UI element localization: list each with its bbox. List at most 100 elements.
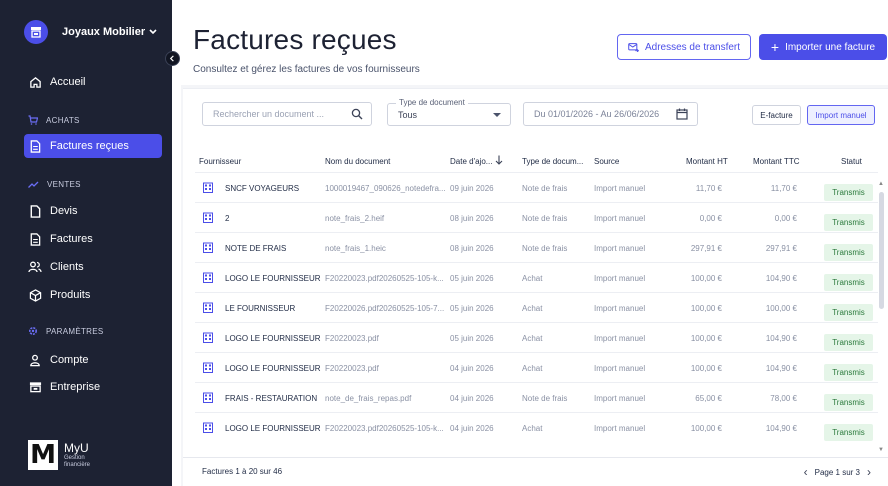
- page-subtitle: Consultez et gérez les factures de vos f…: [193, 64, 420, 75]
- invoice-icon: [28, 232, 42, 246]
- col-document[interactable]: Nom du document: [325, 157, 390, 166]
- sidebar-item-devis[interactable]: Devis: [24, 199, 162, 223]
- cell-date: 04 juin 2026: [450, 394, 494, 403]
- cell-type: Achat: [522, 304, 543, 313]
- building-icon: [203, 212, 213, 225]
- section-ventes: VENTES: [28, 180, 81, 189]
- sidebar-item-label: Factures: [50, 233, 93, 245]
- cell-montant-ttc: 104,90 €: [765, 424, 797, 433]
- cell-source: Import manuel: [594, 334, 646, 343]
- sidebar-item-compte[interactable]: Compte: [24, 348, 162, 372]
- building-icon: [203, 272, 213, 285]
- sidebar-item-factures-recues[interactable]: Factures reçues: [24, 134, 162, 158]
- col-source[interactable]: Source: [594, 157, 619, 166]
- cell-montant-ht: 100,00 €: [690, 334, 722, 343]
- next-page-icon[interactable]: ›: [867, 465, 871, 479]
- cell-document: note_de_frais_repas.pdf: [325, 394, 412, 403]
- sidebar-item-clients[interactable]: Clients: [24, 255, 162, 279]
- status-badge: Transmis: [824, 364, 873, 381]
- brand-mark: M: [28, 440, 58, 470]
- sidebar-item-factures[interactable]: Factures: [24, 227, 162, 251]
- cell-source: Import manuel: [594, 304, 646, 313]
- building-icon: [203, 302, 213, 315]
- sidebar-item-label: Devis: [50, 205, 78, 217]
- scroll-down-icon[interactable]: ▼: [878, 447, 884, 453]
- cell-type: Achat: [522, 364, 543, 373]
- status-badge: Transmis: [824, 244, 873, 261]
- cell-montant-ht: 100,00 €: [690, 424, 722, 433]
- trend-icon: [28, 180, 39, 189]
- table-row[interactable]: LOGO LE FOURNISSEUR F20220023.pdf20260525…: [195, 262, 878, 292]
- org-switcher[interactable]: Joyaux Mobilier: [24, 18, 166, 46]
- scrollbar-thumb[interactable]: [879, 192, 884, 309]
- cell-montant-ht: 100,00 €: [690, 364, 722, 373]
- cell-date: 05 juin 2026: [450, 274, 494, 283]
- cell-montant-ht: 11,70 €: [695, 184, 722, 193]
- collapse-sidebar-button[interactable]: [165, 51, 180, 66]
- table-row[interactable]: LOGO LE FOURNISSEUR F20220023.pdf20260525…: [195, 412, 878, 442]
- cell-montant-ttc: 297,91 €: [765, 244, 797, 253]
- col-montant-ttc[interactable]: Montant TTC: [753, 157, 800, 166]
- cell-montant-ttc: 78,00 €: [770, 394, 797, 403]
- cell-fournisseur: LOGO LE FOURNISSEUR: [225, 424, 321, 433]
- cell-montant-ttc: 11,70 €: [770, 184, 797, 193]
- cell-fournisseur: LE FOURNISSEUR: [225, 304, 296, 313]
- status-badge: Transmis: [824, 424, 873, 441]
- document-type-select[interactable]: Type de document Tous: [387, 98, 511, 126]
- status-badge: Transmis: [824, 304, 873, 321]
- brand-tagline-1: Gestion: [64, 455, 85, 461]
- cell-fournisseur: SNCF VOYAGEURS: [225, 184, 300, 193]
- cell-source: Import manuel: [594, 424, 646, 433]
- import-manuel-filter-chip[interactable]: Import manuel: [807, 105, 875, 125]
- table-footer: Factures 1 à 20 sur 46 ‹ Page 1 sur 3 ›: [183, 457, 888, 486]
- sidebar-item-accueil[interactable]: Accueil: [24, 70, 162, 94]
- sidebar-item-label: Entreprise: [50, 381, 101, 393]
- building-icon: [203, 362, 213, 375]
- plus-icon: +: [770, 39, 780, 55]
- table-row[interactable]: LOGO LE FOURNISSEUR F20220023.pdf 05 juin …: [195, 322, 878, 352]
- building-icon: [203, 182, 213, 195]
- date-range-picker[interactable]: Du 01/01/2026 - Au 26/06/2026: [523, 102, 698, 126]
- sort-arrow-down-icon[interactable]: [495, 155, 503, 167]
- cell-montant-ttc: 104,90 €: [765, 274, 797, 283]
- table-row[interactable]: NOTE DE FRAIS note_frais_1.heic 08 juin 20…: [195, 232, 878, 262]
- page-title: Factures reçues: [193, 24, 397, 55]
- cell-document: note_frais_2.heif: [325, 214, 385, 223]
- table-row[interactable]: SNCF VOYAGEURS 1000019467_090626_notedefr…: [195, 172, 878, 202]
- cell-montant-ht: 65,00 €: [695, 394, 722, 403]
- cell-fournisseur: LOGO LE FOURNISSEUR: [225, 334, 321, 343]
- sidebar-item-produits[interactable]: Produits: [24, 283, 162, 307]
- chevron-down-icon: [148, 24, 158, 42]
- prev-page-icon[interactable]: ‹: [804, 465, 808, 479]
- cell-document: F20220023.pdf20260525-105-k...: [325, 274, 444, 283]
- cell-document: F20220026.pdf20260525-105-7...: [325, 304, 445, 313]
- table-row[interactable]: FRAIS - RESTAURATION note_de_frais_repas.…: [195, 382, 878, 412]
- search-icon[interactable]: [351, 108, 363, 122]
- cell-montant-ttc: 104,90 €: [765, 334, 797, 343]
- transfer-addresses-button[interactable]: Adresses de transfert: [617, 34, 751, 60]
- sidebar-item-label: Clients: [50, 261, 84, 273]
- import-invoice-button[interactable]: + Importer une facture: [759, 34, 887, 60]
- efacture-filter-chip[interactable]: E-facture: [752, 105, 801, 125]
- col-date[interactable]: Date d'ajo...: [450, 157, 492, 166]
- col-montant-ht[interactable]: Montant HT: [686, 157, 728, 166]
- col-statut[interactable]: Statut: [841, 157, 862, 166]
- search-input[interactable]: Rechercher un document ...: [202, 102, 372, 126]
- cell-document: 1000019467_090626_notedefra...: [325, 184, 446, 193]
- scroll-up-icon[interactable]: ▲: [878, 181, 884, 187]
- cell-fournisseur: NOTE DE FRAIS: [225, 244, 287, 253]
- pagination: ‹ Page 1 sur 3 ›: [797, 465, 878, 479]
- cell-date: 05 juin 2026: [450, 304, 494, 313]
- sidebar-item-label: Compte: [50, 354, 89, 366]
- cell-document: F20220023.pdf20260525-105-k...: [325, 424, 444, 433]
- cell-document: F20220023.pdf: [325, 364, 379, 373]
- document-icon: [28, 139, 42, 153]
- sidebar-item-entreprise[interactable]: Entreprise: [24, 375, 162, 399]
- calendar-icon[interactable]: [676, 108, 688, 122]
- table-row[interactable]: LOGO LE FOURNISSEUR F20220023.pdf 04 juin …: [195, 352, 878, 382]
- col-type[interactable]: Type de docum...: [522, 157, 583, 166]
- cell-date: 08 juin 2026: [450, 244, 494, 253]
- table-row[interactable]: 2 note_frais_2.heif 08 juin 2026 Note de fr…: [195, 202, 878, 232]
- table-row[interactable]: LE FOURNISSEUR F20220026.pdf20260525-105-…: [195, 292, 878, 322]
- col-fournisseur[interactable]: Fournisseur: [199, 157, 241, 166]
